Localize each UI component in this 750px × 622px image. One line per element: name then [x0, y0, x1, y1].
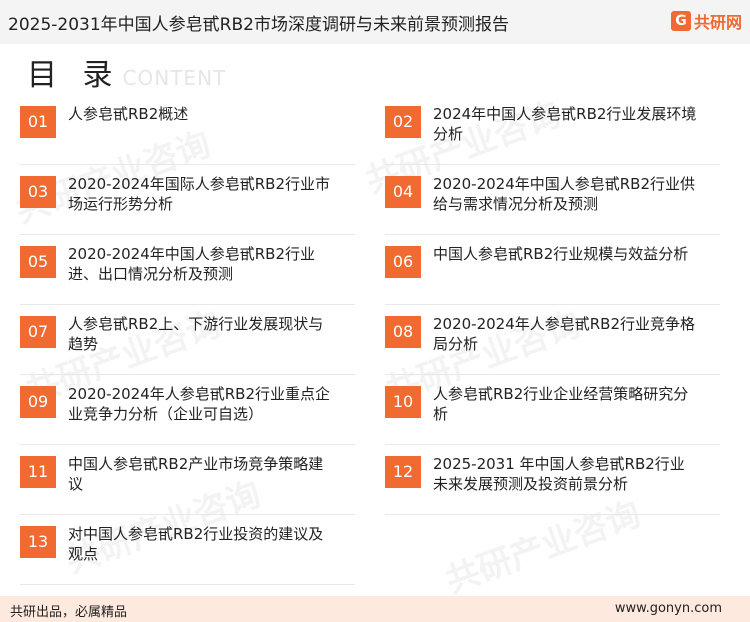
report-title: 2025-2031年中国人参皂甙RB2市场深度调研与未来前景预测报告 [8, 15, 509, 35]
toc-item[interactable]: 06 中国人参皂甙RB2行业规模与效益分析 [385, 244, 715, 298]
toc-item-label: 2020-2024年中国人参皂甙RB2行业供给与需求情况分析及预测 [433, 175, 696, 213]
toc-item-label: 2020-2024年中国人参皂甙RB2行业进、出口情况分析及预测 [68, 245, 316, 283]
toc-item[interactable]: 07 人参皂甙RB2上、下游行业发展现状与趋势 [20, 314, 350, 368]
toc-item-label: 2025-2031 年中国人参皂甙RB2行业未来发展预测及投资前景分析 [433, 455, 685, 493]
toc-divider [20, 304, 355, 305]
toc-heading: 目 录 CONTENT [27, 50, 226, 94]
report-header: 2025-2031年中国人参皂甙RB2市场深度调研与未来前景预测报告 G 共研网 [0, 0, 750, 44]
toc-divider [20, 584, 355, 585]
toc-item-number: 10 [385, 386, 421, 418]
toc-item-number: 09 [20, 386, 56, 418]
toc-item[interactable]: 05 2020-2024年中国人参皂甙RB2行业进、出口情况分析及预测 [20, 244, 350, 298]
toc-item-label: 中国人参皂甙RB2行业规模与效益分析 [433, 245, 689, 263]
toc-item[interactable]: 13 对中国人参皂甙RB2行业投资的建议及观点 [20, 524, 350, 578]
toc-item-number: 11 [20, 456, 56, 488]
toc-item[interactable]: 09 2020-2024年人参皂甙RB2行业重点企业竞争力分析（企业可自选） [20, 384, 350, 438]
toc-item-number: 07 [20, 316, 56, 348]
toc-item-label: 人参皂甙RB2上、下游行业发展现状与趋势 [68, 315, 324, 353]
toc-item-number: 12 [385, 456, 421, 488]
toc-divider [385, 234, 720, 235]
toc-item-number: 13 [20, 526, 56, 558]
toc-item-number: 06 [385, 246, 421, 278]
toc-item[interactable]: 10 人参皂甙RB2行业企业经营策略研究分析 [385, 384, 715, 438]
toc-item-label: 中国人参皂甙RB2产业市场竞争策略建议 [68, 455, 324, 493]
toc-divider [385, 164, 720, 165]
toc-item-label: 2020-2024年人参皂甙RB2行业竞争格局分析 [433, 315, 696, 353]
footer-website: www.gonyn.com [614, 601, 722, 616]
toc-item-number: 05 [20, 246, 56, 278]
footer: 共研出品，必属精品 www.gonyn.com [0, 596, 750, 622]
toc-item-number: 04 [385, 176, 421, 208]
toc-divider [20, 164, 355, 165]
toc-item-label: 对中国人参皂甙RB2行业投资的建议及观点 [68, 525, 324, 563]
toc-divider [20, 444, 355, 445]
toc-divider [385, 444, 720, 445]
toc-divider [385, 374, 720, 375]
toc-item[interactable]: 04 2020-2024年中国人参皂甙RB2行业供给与需求情况分析及预测 [385, 174, 715, 228]
logo-icon: G [670, 11, 691, 31]
toc-item[interactable]: 01 人参皂甙RB2概述 [20, 104, 350, 158]
toc-title: 目 录 [27, 58, 121, 93]
toc-item-number: 01 [20, 106, 56, 138]
toc-subtitle: CONTENT [122, 66, 227, 90]
logo-text: 共研网 [693, 13, 742, 32]
toc-divider [385, 514, 720, 515]
toc-item[interactable]: 08 2020-2024年人参皂甙RB2行业竞争格局分析 [385, 314, 715, 368]
toc-item-label: 2020-2024年人参皂甙RB2行业重点企业竞争力分析（企业可自选） [68, 385, 331, 423]
toc-item-label: 2020-2024年国际人参皂甙RB2行业市场运行形势分析 [68, 175, 331, 213]
toc-item-label: 人参皂甙RB2行业企业经营策略研究分析 [433, 385, 689, 423]
toc-item[interactable]: 12 2025-2031 年中国人参皂甙RB2行业未来发展预测及投资前景分析 [385, 454, 715, 508]
toc-item-number: 03 [20, 176, 56, 208]
toc-item[interactable]: 03 2020-2024年国际人参皂甙RB2行业市场运行形势分析 [20, 174, 350, 228]
toc-divider [20, 234, 355, 235]
brand-logo: G 共研网 [670, 9, 742, 33]
toc-item-label: 人参皂甙RB2概述 [68, 105, 189, 123]
toc-divider [385, 304, 720, 305]
footer-slogan: 共研出品，必属精品 [10, 605, 128, 620]
toc-item[interactable]: 02 2024年中国人参皂甙RB2行业发展环境分析 [385, 104, 715, 158]
toc-divider [20, 374, 355, 375]
toc-item[interactable]: 11 中国人参皂甙RB2产业市场竞争策略建议 [20, 454, 350, 508]
toc-item-number: 02 [385, 106, 421, 138]
toc-item-label: 2024年中国人参皂甙RB2行业发展环境分析 [433, 105, 697, 143]
toc-divider [20, 514, 355, 515]
toc-item-number: 08 [385, 316, 421, 348]
